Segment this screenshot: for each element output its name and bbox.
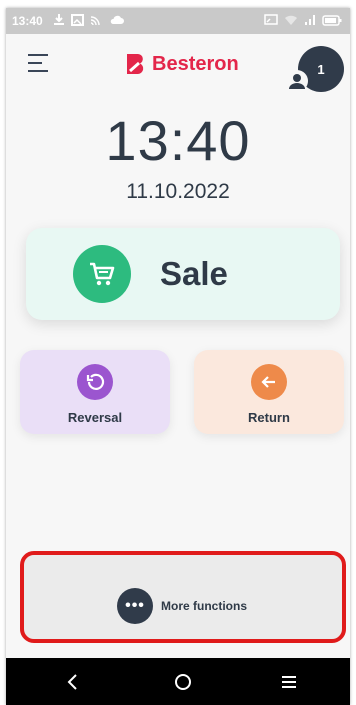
reversal-button[interactable]: Reversal (20, 350, 170, 434)
wifi-icon (285, 15, 297, 25)
arrow-left-icon (251, 364, 287, 400)
status-bar: 13:40 (6, 8, 350, 34)
image-icon (71, 13, 84, 26)
clock-time: 13:40 (105, 109, 251, 172)
android-nav-bar (6, 658, 350, 705)
more-functions-button[interactable]: ••• More functions (20, 551, 346, 643)
status-icons-left (53, 13, 124, 26)
cloud-icon (110, 15, 124, 24)
more-functions-label: More functions (161, 599, 247, 613)
hamburger-menu-icon[interactable] (28, 54, 52, 74)
home-circle-icon[interactable] (168, 670, 198, 694)
return-button[interactable]: Return (194, 350, 344, 434)
status-icons-right (264, 14, 342, 26)
recent-menu-icon[interactable] (274, 670, 304, 694)
sale-label: Sale (160, 255, 228, 292)
undo-icon (77, 364, 113, 400)
cast-icon (90, 16, 100, 25)
cart-icon (73, 245, 131, 303)
battery-icon (322, 14, 342, 26)
avatar-count: 1 (317, 61, 325, 77)
more-dots-icon: ••• (117, 588, 153, 624)
screen-cast-icon (264, 14, 278, 25)
signal-icon (305, 15, 315, 25)
back-chevron-icon[interactable] (58, 670, 88, 694)
reversal-label: Reversal (67, 410, 123, 425)
app-screen: 13:40 Besteron 1 13:40 11.10.2022 Sale R… (6, 8, 350, 705)
besteron-logo: Besteron (124, 52, 239, 76)
logo-text: Besteron (152, 52, 239, 75)
status-time: 13:40 (12, 14, 43, 28)
clock-date: 11.10.2022 (126, 180, 230, 203)
return-label: Return (248, 410, 290, 425)
user-avatar[interactable]: 1 (284, 44, 344, 104)
sale-button[interactable]: Sale (26, 228, 340, 320)
besteron-logo-icon (127, 54, 144, 74)
user-icon (286, 70, 308, 92)
download-icon (54, 14, 64, 25)
